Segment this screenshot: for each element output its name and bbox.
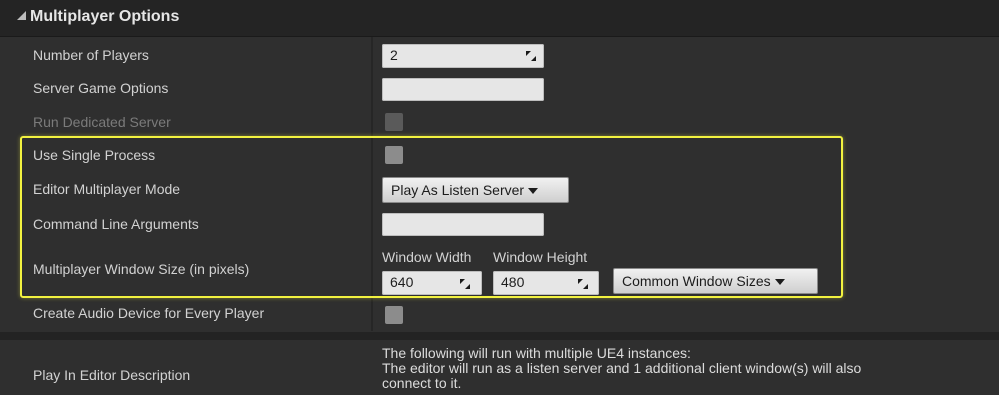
- server-game-options-input[interactable]: [382, 78, 544, 101]
- window-height-input[interactable]: 480: [493, 271, 599, 295]
- section-title: Multiplayer Options: [30, 8, 180, 25]
- window-height-value: 480: [501, 274, 525, 290]
- number-of-players-value: 2: [390, 47, 398, 63]
- window-width-input[interactable]: 640: [382, 271, 482, 295]
- spin-drag-icon[interactable]: [526, 51, 536, 61]
- chevron-down-icon: [528, 188, 539, 195]
- collapse-triangle-icon[interactable]: [16, 10, 26, 20]
- common-window-sizes-dropdown[interactable]: Common Window Sizes: [613, 268, 818, 294]
- pie-description-text: The following will run with multiple UE4…: [382, 346, 982, 391]
- description-line: The editor will run as a listen server a…: [382, 360, 862, 376]
- pie-description-label: Play In Editor Description: [33, 367, 191, 383]
- editor-multiplayer-mode-dropdown[interactable]: Play As Listen Server: [382, 177, 569, 203]
- section-separator: [0, 332, 999, 340]
- section-header[interactable]: Multiplayer Options: [0, 0, 999, 37]
- use-single-process-checkbox[interactable]: [385, 146, 403, 164]
- editor-multiplayer-mode-label: Editor Multiplayer Mode: [33, 181, 181, 197]
- run-dedicated-server-label: Run Dedicated Server: [33, 114, 171, 130]
- window-height-label: Window Height: [493, 249, 588, 265]
- spin-drag-icon[interactable]: [460, 279, 470, 289]
- window-width-value: 640: [390, 274, 414, 290]
- number-of-players-input[interactable]: 2: [382, 44, 544, 68]
- audio-device-label: Create Audio Device for Every Player: [33, 305, 265, 321]
- server-game-options-label: Server Game Options: [33, 80, 169, 96]
- description-line: connect to it.: [382, 375, 462, 391]
- description-line: The following will run with multiple UE4…: [382, 345, 691, 361]
- chevron-down-icon: [774, 279, 785, 286]
- command-line-arguments-label: Command Line Arguments: [33, 216, 199, 232]
- common-window-sizes-label: Common Window Sizes: [622, 273, 771, 289]
- command-line-arguments-input[interactable]: [382, 213, 544, 236]
- spin-drag-icon[interactable]: [578, 279, 588, 289]
- run-dedicated-server-checkbox[interactable]: [385, 113, 403, 131]
- audio-device-checkbox[interactable]: [385, 306, 403, 324]
- window-width-label: Window Width: [382, 249, 472, 265]
- number-of-players-label: Number of Players: [33, 47, 149, 63]
- use-single-process-label: Use Single Process: [33, 147, 156, 163]
- multiplayer-window-size-label: Multiplayer Window Size (in pixels): [33, 261, 250, 277]
- editor-multiplayer-mode-value: Play As Listen Server: [391, 182, 525, 198]
